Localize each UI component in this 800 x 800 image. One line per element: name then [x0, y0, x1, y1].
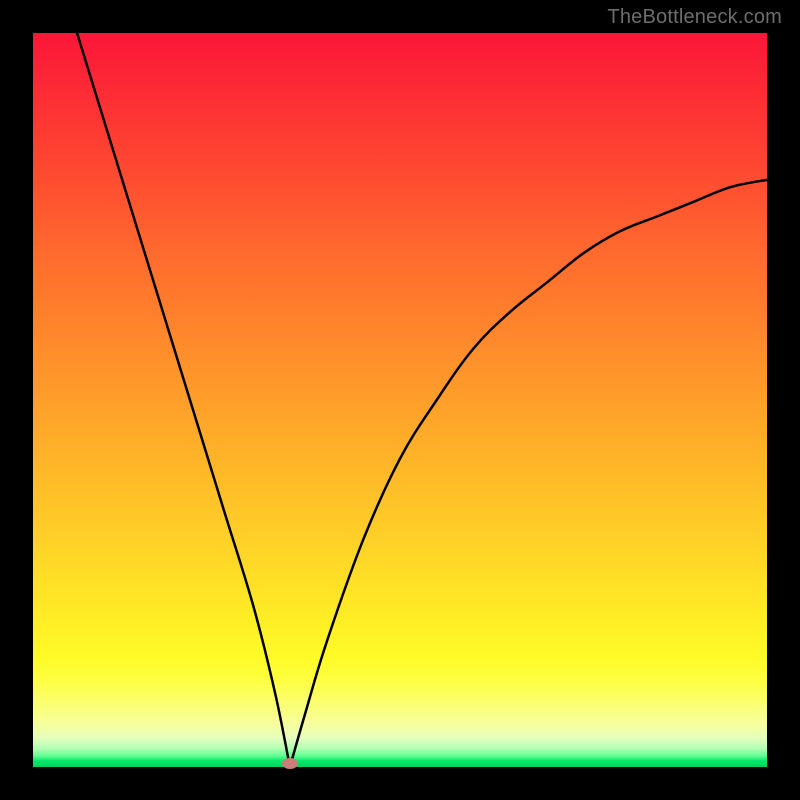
frame-bottom [0, 767, 800, 800]
watermark-text: TheBottleneck.com [607, 6, 782, 29]
frame-right [767, 0, 800, 800]
frame-left [0, 0, 33, 800]
bottleneck-curve [33, 33, 767, 767]
optimal-point-marker [282, 758, 298, 769]
curve-path [77, 33, 767, 767]
